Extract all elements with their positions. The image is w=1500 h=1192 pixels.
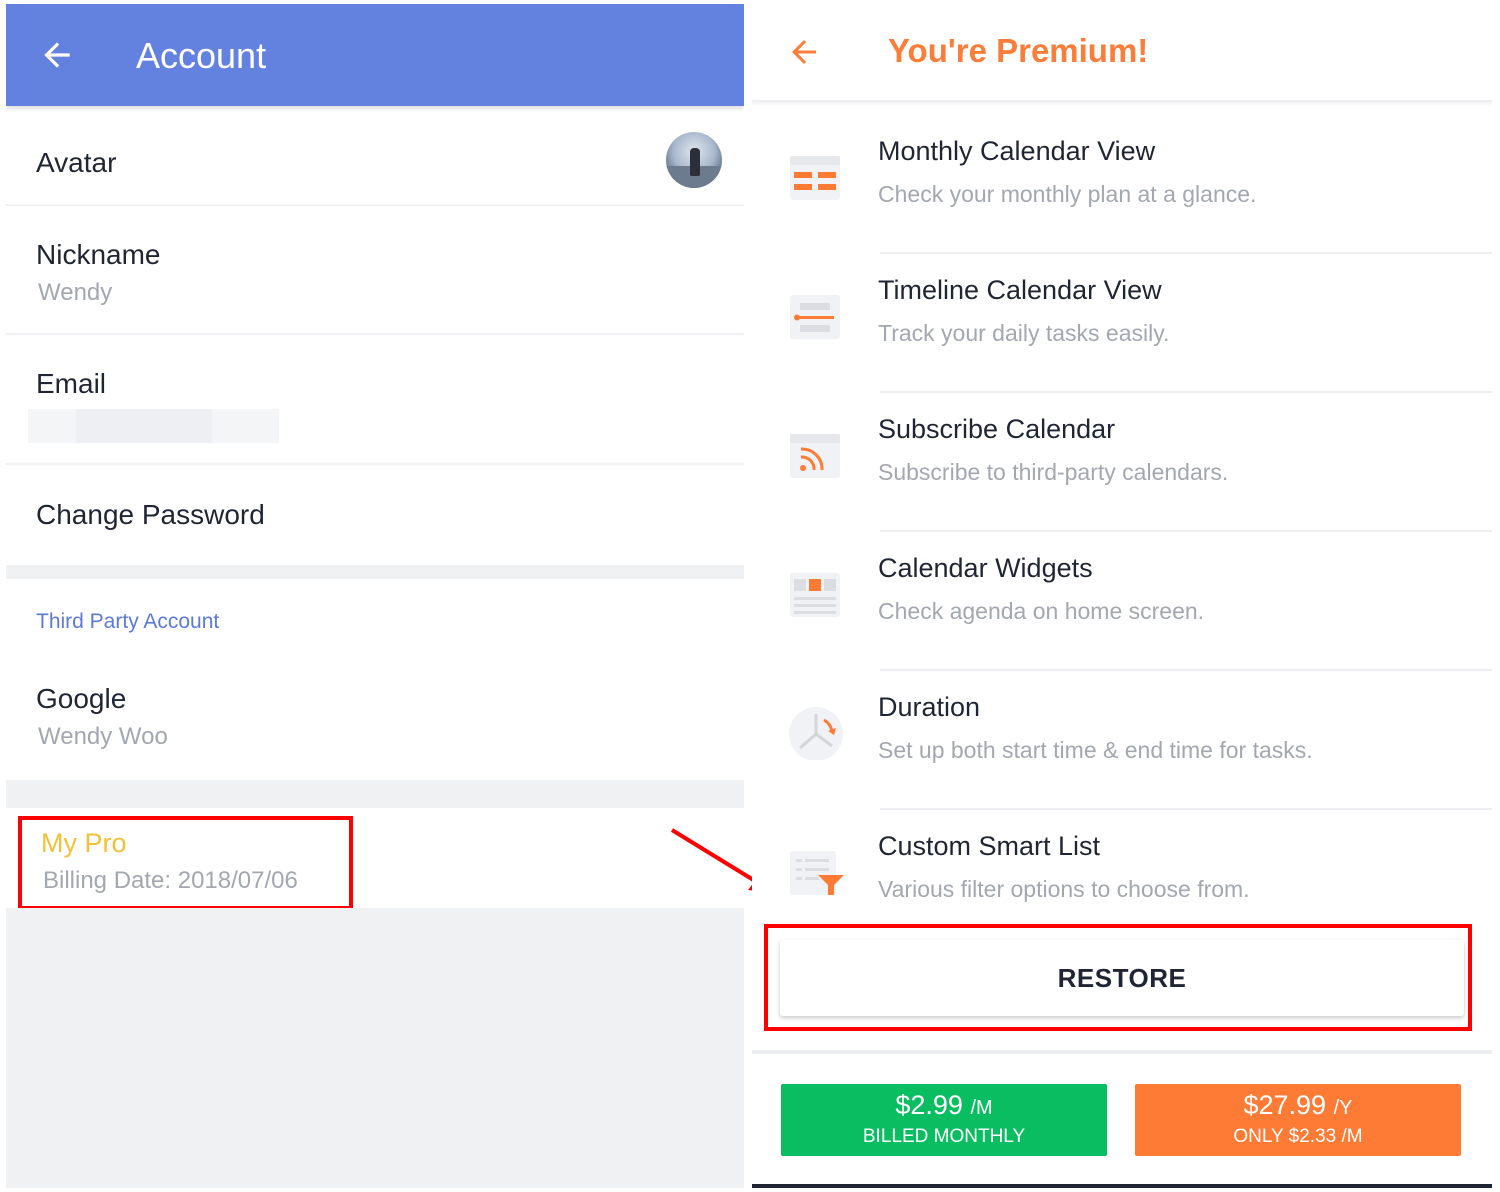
premium-screen: You're Premium! Monthly Calendar View Ch… [752,4,1492,1188]
change-password-label: Change Password [36,499,265,530]
account-app-bar: Account [6,4,744,106]
timeline-icon [790,295,840,339]
yearly-note: ONLY $2.33 /M [1233,1126,1363,1147]
feature-title: Subscribe Calendar [878,414,1116,444]
yearly-unit: /Y [1333,1097,1353,1119]
feature-title: Duration [878,692,981,722]
third-party-section-header: Third Party Account [36,610,220,633]
monthly-note: BILLED MONTHLY [862,1126,1026,1147]
clock-icon [789,707,843,760]
monthly-calendar-icon [790,156,840,200]
feature-item: Calendar Widgets Check agenda on home sc… [752,535,1492,674]
section-divider [6,565,744,579]
highlight-box [18,816,353,910]
feature-description: Set up both start time & end time for ta… [878,737,1313,763]
feature-item: Duration Set up both start time & end ti… [752,674,1492,813]
avatar[interactable] [666,132,722,188]
monthly-price: $2.99 [895,1090,963,1120]
rss-icon [790,434,840,478]
feature-item: Timeline Calendar View Track your daily … [752,257,1492,396]
feature-title: Timeline Calendar View [878,275,1162,305]
section-divider [6,780,744,808]
feature-description: Various filter options to choose from. [878,876,1250,902]
premium-header: You're Premium! [752,4,1492,102]
nickname-label: Nickname [36,239,161,270]
yearly-plan-button[interactable]: $27.99 /Y ONLY $2.33 /M [1135,1084,1461,1156]
feature-description: Subscribe to third-party calendars. [878,459,1229,485]
feature-item: Subscribe Calendar Subscribe to third-pa… [752,396,1492,535]
google-row[interactable]: Google Wendy Woo [6,654,744,780]
back-arrow-icon[interactable] [38,36,76,74]
feature-item: Monthly Calendar View Check your monthly… [752,118,1492,257]
avatar-label: Avatar [36,147,117,178]
yearly-price: $27.99 [1243,1090,1327,1120]
feature-description: Check your monthly plan at a glance. [878,181,1257,207]
monthly-unit: /M [970,1097,993,1119]
back-arrow-icon[interactable] [786,34,822,70]
google-label: Google [36,683,127,714]
monthly-plan-button[interactable]: $2.99 /M BILLED MONTHLY [781,1084,1107,1156]
avatar-row[interactable]: Avatar [6,110,744,206]
feature-description: Track your daily tasks easily. [878,320,1170,346]
filter-list-icon [790,851,844,895]
feature-title: Monthly Calendar View [878,136,1156,166]
feature-title: Calendar Widgets [878,553,1093,583]
empty-area [6,908,744,1188]
feature-description: Check agenda on home screen. [878,598,1205,624]
page-title: Account [136,35,267,76]
email-label: Email [36,368,107,399]
nickname-row[interactable]: Nickname Wendy [6,206,744,335]
nickname-value: Wendy [38,279,113,306]
highlight-box [764,924,1472,1031]
feature-title: Custom Smart List [878,831,1101,861]
change-password-row[interactable]: Change Password [6,465,744,565]
premium-title: You're Premium! [888,32,1149,69]
account-screen: Account Avatar Nickname Wendy Email Chan… [6,4,744,1188]
email-value-redacted [28,409,279,443]
widget-icon [790,573,840,617]
email-row[interactable]: Email [6,335,744,465]
google-value: Wendy Woo [38,723,168,750]
